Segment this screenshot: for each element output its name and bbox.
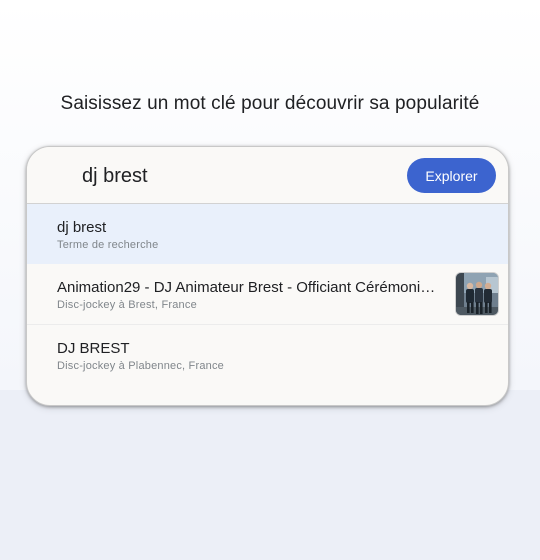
suggestion-title: dj brest: [57, 219, 107, 236]
suggestion-subtitle: Terme de recherche: [57, 239, 159, 251]
suggestion-subtitle: Disc-jockey à Brest, France: [57, 299, 197, 311]
suggestion-title: DJ BREST: [57, 340, 130, 357]
search-bar: Explorer: [27, 147, 508, 204]
suggestion-item[interactable]: DJ BREST Disc-jockey à Plabennec, France: [27, 324, 508, 384]
suggestion-item[interactable]: dj brest Terme de recherche: [27, 204, 508, 264]
search-card: Explorer dj brest Terme de recherche Ani…: [26, 146, 509, 406]
suggestion-subtitle: Disc-jockey à Plabennec, France: [57, 360, 224, 372]
suggestion-item[interactable]: Animation29 - DJ Animateur Brest - Offic…: [27, 264, 508, 324]
suggestion-title: Animation29 - DJ Animateur Brest - Offic…: [57, 279, 436, 296]
explore-button[interactable]: Explorer: [407, 158, 496, 193]
business-photo-thumbnail: [455, 272, 499, 316]
search-input[interactable]: [82, 163, 382, 189]
page-prompt: Saisissez un mot clé pour découvrir sa p…: [60, 93, 480, 114]
